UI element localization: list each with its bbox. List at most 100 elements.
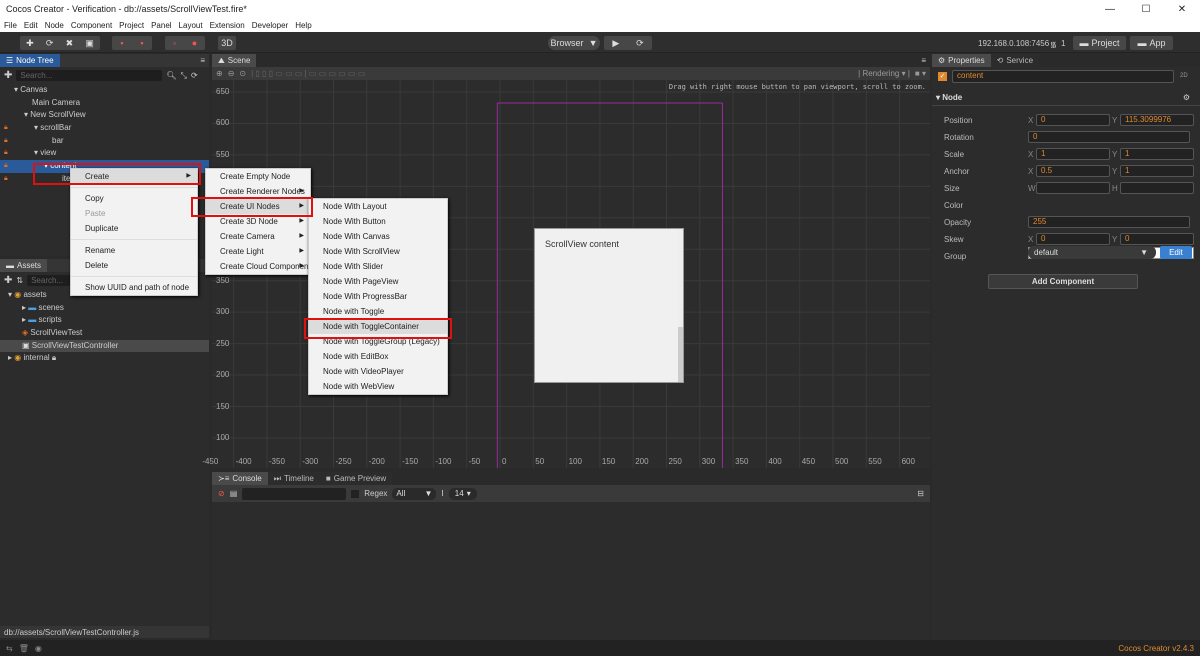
tab-game-preview[interactable]: ■ Game Preview	[319, 472, 393, 485]
zoom-reset-icon[interactable]: ⊙	[239, 69, 246, 78]
refresh-icon[interactable]: ⟳	[191, 71, 198, 80]
tab-console[interactable]: ≻≡ Console	[212, 472, 268, 485]
tab-timeline[interactable]: ⏭ Timeline	[267, 472, 320, 485]
menu-edit[interactable]: Edit	[24, 21, 38, 30]
2d-toggle[interactable]: 2D	[1180, 73, 1188, 79]
menu-item-show-uuid-and-path-of-node[interactable]: Show UUID and path of node	[71, 280, 197, 295]
tree-item[interactable]: 🔒︎ bar	[0, 135, 209, 148]
tree-item[interactable]: ▾ Canvas	[0, 84, 209, 97]
tab-assets[interactable]: ▬ Assets	[0, 259, 48, 272]
menu-item-node-with-button[interactable]: Node With Button	[309, 214, 447, 229]
minimize-button[interactable]: —	[1092, 4, 1128, 15]
menu-item-create-empty-node[interactable]: Create Empty Node	[206, 169, 310, 184]
regex-checkbox[interactable]	[351, 489, 360, 498]
tree-item[interactable]: 🔒︎ ▾ scrollBar	[0, 122, 209, 135]
scrollview-content-node[interactable]: ScrollView content	[534, 228, 684, 383]
lock-icon[interactable]: 🔒︎	[4, 122, 8, 135]
menu-item-copy[interactable]: Copy	[71, 191, 197, 206]
menu-item-node-with-toggle[interactable]: Node with Toggle	[309, 304, 447, 319]
node-name-input[interactable]: content	[952, 70, 1174, 83]
tab-scene[interactable]: ⛰ Scene	[212, 54, 257, 67]
menu-panel[interactable]: Panel	[151, 21, 171, 30]
log-file-icon[interactable]: ▤	[230, 489, 238, 498]
section-settings-icon[interactable]: ⚙	[1183, 93, 1190, 102]
menu-layout[interactable]: Layout	[179, 21, 203, 30]
tree-item[interactable]: ▾ New ScrollView	[0, 109, 209, 122]
menu-file[interactable]: File	[4, 21, 17, 30]
lock-icon[interactable]: 🔒︎	[4, 147, 8, 160]
menu-item-node-with-webview[interactable]: Node with WebView	[309, 379, 447, 394]
zoom-out-icon[interactable]: ⊖	[228, 69, 235, 78]
menu-item-duplicate[interactable]: Duplicate	[71, 221, 197, 236]
menu-extension[interactable]: Extension	[210, 21, 245, 30]
asset-item[interactable]: ◈ ScrollViewTest	[0, 327, 209, 340]
lock-icon[interactable]: 🔒︎	[4, 135, 8, 148]
add-node-icon[interactable]: ✚	[4, 70, 12, 81]
menu-item-node-with-scrollview[interactable]: Node With ScrollView	[309, 244, 447, 259]
zoom-in-icon[interactable]: ⊕	[216, 69, 223, 78]
app-button[interactable]: ▬ App	[1130, 36, 1173, 50]
camera-icon[interactable]: ■ ▾	[915, 69, 926, 78]
log-level-select[interactable]: All ▼	[392, 487, 437, 500]
font-size-select[interactable]: 14 ▾	[448, 487, 477, 500]
transform-tools[interactable]: ✚ ⟳ ✖ ▣	[20, 36, 100, 50]
platform-select[interactable]: Browser ▼	[548, 36, 600, 50]
anchor-y-input[interactable]: 1	[1120, 165, 1194, 177]
network-icon[interactable]: ⇆	[6, 644, 13, 653]
tab-properties[interactable]: ⚙ Properties	[932, 54, 991, 67]
lock-icon[interactable]: 🔒︎	[4, 160, 8, 173]
rendering-dropdown[interactable]: | Rendering ▾ |	[858, 69, 910, 78]
3d-toggle[interactable]: 3D	[218, 36, 236, 50]
menu-project[interactable]: Project	[119, 21, 144, 30]
rotate-icon[interactable]: ⟳	[46, 38, 54, 49]
close-button[interactable]: ✕	[1164, 4, 1200, 15]
size-y-input[interactable]	[1120, 182, 1194, 194]
asset-item[interactable]: ▸ ▬ scenes	[0, 302, 209, 315]
clear-icon[interactable]: ⊘	[218, 489, 225, 498]
add-asset-icon[interactable]: ✚	[4, 275, 12, 286]
maximize-button[interactable]: ☐	[1128, 4, 1164, 15]
asset-item[interactable]: ▣ ScrollViewTestController	[0, 339, 209, 353]
lock-icon[interactable]: 🔒︎	[4, 173, 8, 186]
active-checkbox[interactable]: ✓	[938, 72, 947, 81]
rotation-input[interactable]: 0	[1028, 131, 1190, 143]
menu-help[interactable]: Help	[295, 21, 311, 30]
edit-group-button[interactable]: Edit	[1160, 246, 1192, 259]
add-component-button[interactable]: Add Component	[988, 274, 1138, 289]
sort-icon[interactable]: ⇅	[16, 276, 23, 285]
collapse-icon[interactable]: ⊟	[917, 489, 924, 498]
menu-component[interactable]: Component	[71, 21, 112, 30]
project-button[interactable]: ▬ Project	[1073, 36, 1126, 50]
search-icon[interactable]: 🔍︎	[166, 71, 176, 80]
menu-item-node-with-pageview[interactable]: Node With PageView	[309, 274, 447, 289]
menu-item-paste[interactable]: Paste	[71, 206, 197, 221]
menu-item-create-cloud-component[interactable]: Create Cloud Component ▶	[206, 259, 311, 274]
menu-item-node-with-editbox[interactable]: Node with EditBox	[309, 349, 447, 364]
node-section-header[interactable]: ▾ Node	[936, 93, 962, 102]
scale-x-input[interactable]: 1	[1036, 148, 1110, 160]
menu-item-create-light[interactable]: Create Light ▶	[206, 244, 310, 259]
preview-controls[interactable]: ▶ ⟳	[604, 36, 652, 50]
menu-item-node-with-videoplayer[interactable]: Node with VideoPlayer	[309, 364, 447, 379]
menu-item-node-with-slider[interactable]: Node With Slider	[309, 259, 447, 274]
collapse-icon[interactable]: ⤡	[181, 71, 187, 81]
menu-item-create-camera[interactable]: Create Camera ▶	[206, 229, 310, 244]
scale-y-input[interactable]: 1	[1120, 148, 1194, 160]
eye-icon[interactable]: ◉	[35, 644, 42, 653]
size-x-input[interactable]	[1036, 182, 1110, 194]
menu-item-node-with-progressbar[interactable]: Node With ProgressBar	[309, 289, 447, 304]
group-select[interactable]: default ▼	[1028, 246, 1154, 259]
menu-item-delete[interactable]: Delete	[71, 258, 197, 273]
play-icon[interactable]: ▶	[612, 38, 619, 49]
console-filter-input[interactable]	[242, 487, 347, 500]
skew-y-input[interactable]: 0	[1120, 233, 1194, 245]
asset-item[interactable]: ▸ ▬ scripts	[0, 314, 209, 327]
scale-icon[interactable]: ✖	[66, 38, 74, 49]
anchor-tools[interactable]: ▪ ▪	[112, 36, 152, 50]
rect-icon[interactable]: ▣	[85, 38, 94, 49]
asset-item[interactable]: ▸ ◉ internal 🔒︎	[0, 352, 209, 365]
tree-item[interactable]: Main Camera	[0, 97, 209, 110]
menu-item-node-with-canvas[interactable]: Node With Canvas	[309, 229, 447, 244]
menu-item-node-with-layout[interactable]: Node With Layout	[309, 199, 447, 214]
tree-item[interactable]: 🔒︎ ▾ view	[0, 147, 209, 160]
